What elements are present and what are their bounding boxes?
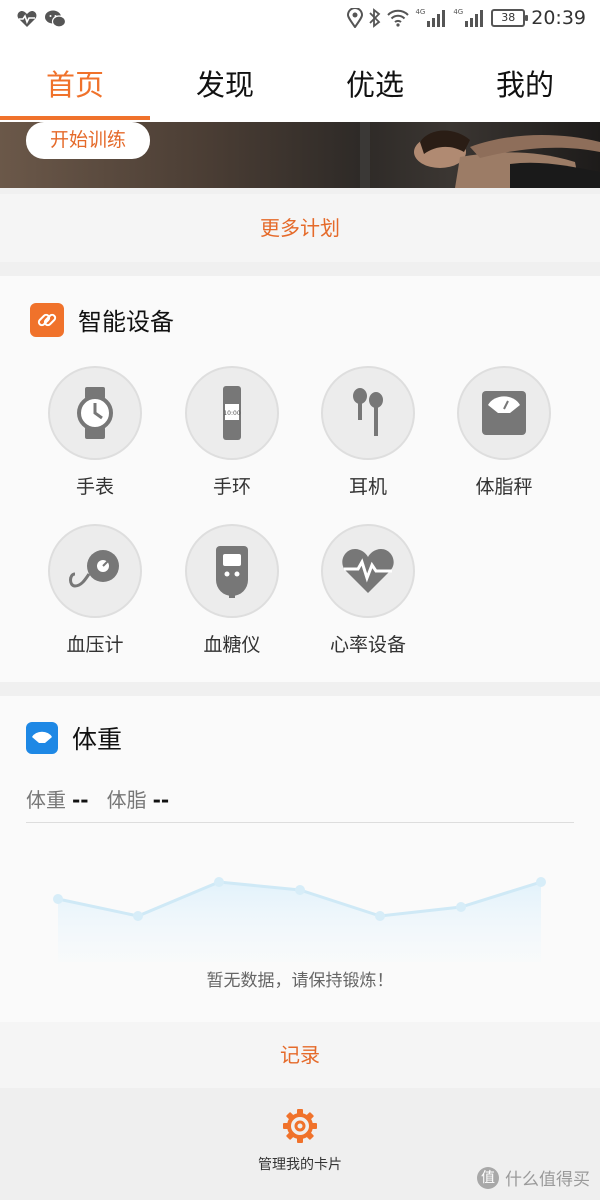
active-tab-indicator [0, 116, 150, 120]
heart-rate-icon [17, 11, 37, 27]
divider [26, 822, 574, 823]
signal-icon [427, 10, 446, 27]
band-display-text: 10:00 [223, 410, 240, 417]
device-scale[interactable]: 体脂秤 [444, 366, 564, 499]
fat-value: -- [152, 788, 170, 812]
signal-icon [465, 10, 484, 27]
bluetooth-icon [369, 8, 381, 28]
scale-icon [26, 722, 58, 754]
device-label: 心率设备 [329, 634, 406, 656]
chart-point [214, 877, 224, 887]
weight-placeholder-chart [53, 877, 546, 962]
weight-stat: 体重 -- [26, 784, 89, 813]
chart-point [53, 894, 63, 904]
status-left-icons [16, 8, 66, 30]
heart-rate-icon [321, 524, 415, 618]
device-label: 血压计 [66, 634, 124, 656]
chart-point [133, 911, 143, 921]
chart-point [456, 902, 466, 912]
link-icon [30, 302, 64, 337]
location-icon [347, 8, 364, 28]
devices-title: 智能设备 [78, 308, 174, 336]
weight-title: 体重 [72, 725, 123, 754]
scale-icon [457, 366, 551, 460]
tab-featured[interactable]: 优选 [300, 62, 450, 104]
chart-point [295, 885, 305, 895]
fat-label: 体脂 [106, 788, 147, 812]
tab-discover[interactable]: 发现 [150, 62, 300, 104]
no-data-message: 暂无数据，请保持锻炼！ [206, 971, 394, 991]
watermark-text: 什么值得买 [505, 1170, 590, 1190]
device-earphones[interactable]: 耳机 [308, 366, 428, 499]
status-time: 20:39 [531, 7, 586, 29]
device-label: 手环 [212, 476, 251, 498]
weight-readout: 体重 -- 体脂 -- [26, 784, 169, 813]
banner-photo [360, 122, 600, 188]
device-band[interactable]: 10:00 手环 [172, 366, 292, 499]
watch-icon [48, 366, 142, 460]
blood-pressure-icon [48, 524, 142, 618]
device-watch[interactable]: 手表 [35, 366, 155, 499]
chart-point [536, 877, 546, 887]
wechat-icon [45, 10, 66, 28]
glucose-meter-icon [185, 524, 279, 618]
device-label: 血糖仪 [203, 634, 261, 656]
device-label: 手表 [75, 476, 114, 498]
status-bar: 4G 4G 38 20:39 [0, 0, 600, 40]
manage-cards-label: 管理我的卡片 [258, 1157, 342, 1173]
device-label: 体脂秤 [475, 476, 533, 498]
band-icon: 10:00 [185, 366, 279, 460]
top-tab-bar: 首页 发现 优选 我的 [0, 40, 600, 122]
start-training-button[interactable]: 开始训练 [26, 122, 150, 159]
manage-cards-button[interactable]: 管理我的卡片 [240, 1108, 360, 1174]
more-plans-link[interactable]: 更多计划 [0, 194, 600, 262]
device-heart-rate[interactable]: 心率设备 [308, 524, 428, 657]
status-right: 4G 4G 38 20:39 [347, 7, 586, 29]
tab-mine[interactable]: 我的 [450, 62, 600, 104]
earphones-icon [321, 366, 415, 460]
gear-icon [283, 1109, 317, 1143]
wifi-icon [387, 9, 410, 27]
watermark: 值 什么值得买 [477, 1165, 590, 1190]
record-button[interactable]: 记录 [0, 1022, 600, 1088]
battery-indicator: 38 [491, 9, 529, 27]
tab-home[interactable]: 首页 [0, 62, 150, 104]
chart-point [375, 911, 385, 921]
devices-header: 智能设备 [30, 302, 174, 337]
smart-devices-card: 智能设备 手表 10:00 手环 耳机 体脂秤 血压计 血糖仪 心率设备 [0, 276, 600, 682]
weight-value: -- [72, 788, 89, 812]
device-glucose-meter[interactable]: 血糖仪 [172, 524, 292, 657]
weight-header: 体重 [26, 720, 122, 756]
watermark-logo: 值 [477, 1166, 499, 1189]
network-type-2: 4G [453, 8, 464, 16]
fat-stat: 体脂 -- [107, 784, 170, 813]
weight-card[interactable]: 体重 体重 -- 体脂 -- 暂无数据，请保持锻炼！ [0, 696, 600, 1022]
device-blood-pressure[interactable]: 血压计 [35, 524, 155, 657]
manage-cards-section: 管理我的卡片 值 什么值得买 [0, 1088, 600, 1200]
network-type-1: 4G [415, 8, 426, 16]
device-label: 耳机 [348, 476, 387, 498]
weight-label: 体重 [26, 788, 66, 812]
